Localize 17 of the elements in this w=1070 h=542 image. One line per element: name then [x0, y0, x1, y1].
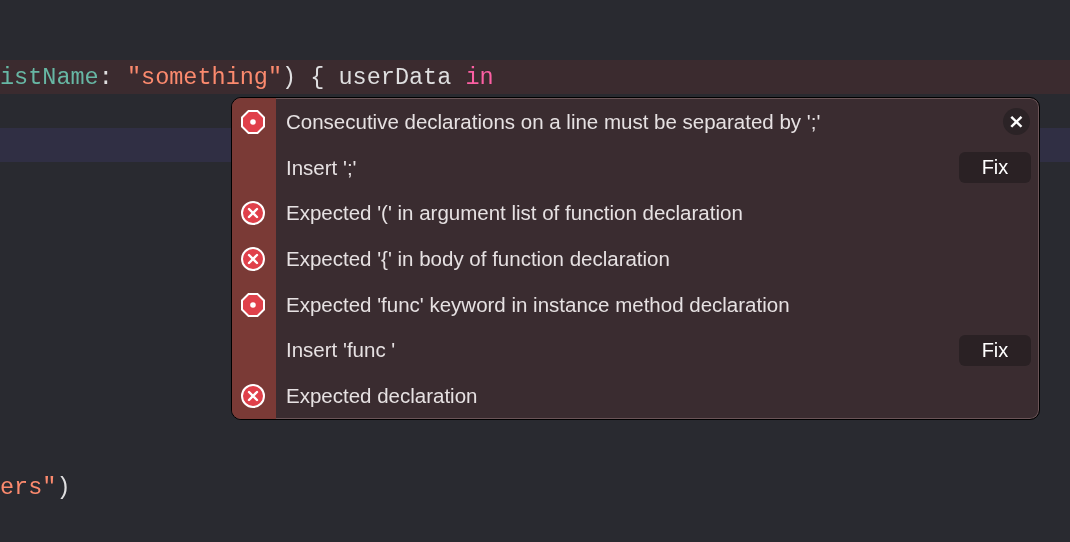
code-token: istName	[0, 63, 99, 91]
code-token: ers"	[0, 473, 57, 501]
close-button[interactable]: ×	[1003, 108, 1030, 136]
error-message: Consecutive declarations on a line must be separated by ';'	[286, 109, 822, 134]
fix-button[interactable]: Fix	[959, 334, 1031, 366]
error-message: Expected '(' in argument list of function declaration	[286, 201, 744, 226]
code-token: in	[465, 63, 494, 91]
code-token: )	[56, 473, 71, 501]
error-message: Expected '{' in body of function declaration	[286, 247, 671, 271]
code-token: ) { userData	[282, 63, 453, 91]
fix-button[interactable]: Fix	[959, 152, 1031, 184]
fix-suggestion: Insert 'func '	[286, 338, 397, 363]
code-token: :	[98, 63, 114, 91]
fix-suggestion: Insert ';'	[286, 155, 358, 180]
code-token: "something"	[126, 63, 283, 91]
error-message: Expected 'func' keyword in instance method declaration	[286, 292, 791, 317]
error-message: Expected declaration	[286, 384, 479, 409]
